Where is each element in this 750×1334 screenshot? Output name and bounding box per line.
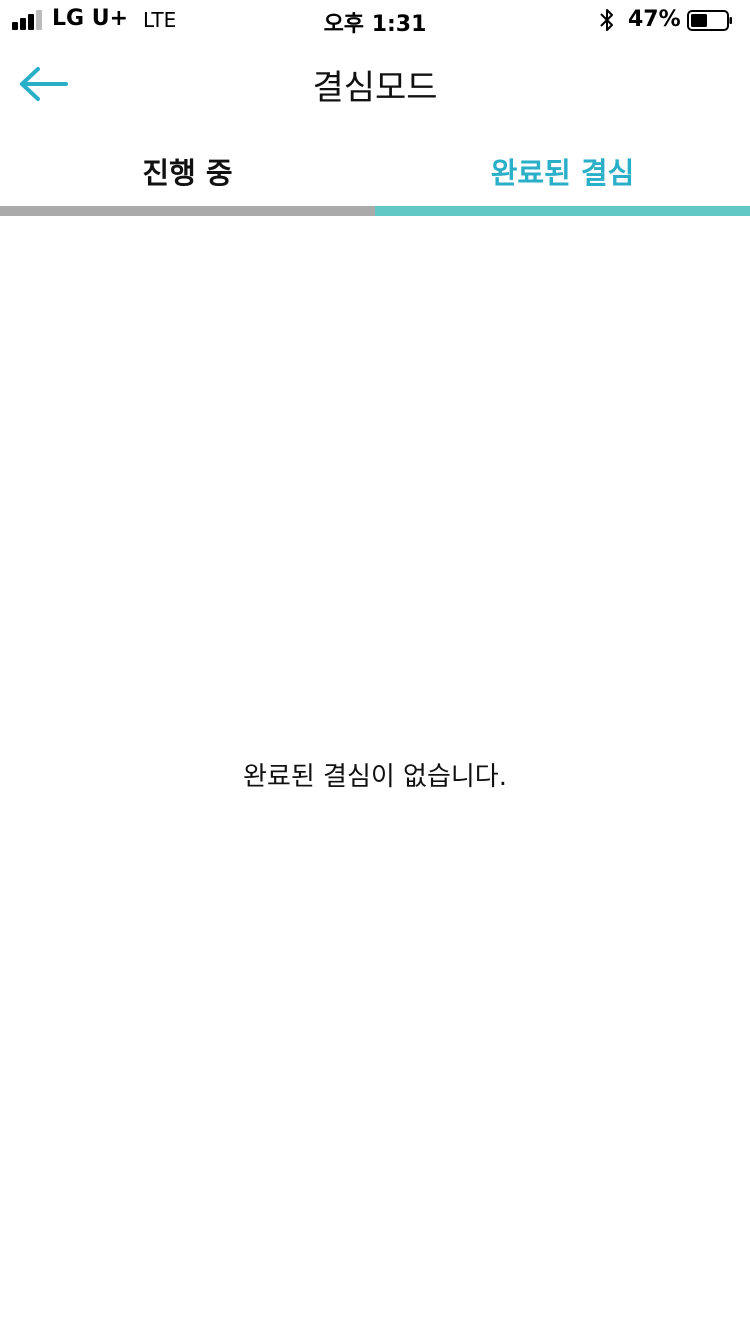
battery-percent: 47%	[628, 7, 681, 32]
empty-state-message: 완료된 결심이 없습니다.	[243, 762, 507, 792]
tab-completed[interactable]: 완료된 결심	[375, 128, 750, 216]
tab-in-progress[interactable]: 진행 중	[0, 128, 375, 216]
screen: LG U+ LTE 오후 1:31 47% 결심모드 진행 중 완료된 결심 완…	[0, 0, 750, 1334]
page-title: 결심모드	[312, 68, 438, 108]
battery-icon	[687, 10, 732, 31]
tab-completed-indicator	[375, 206, 750, 216]
tab-bar: 진행 중 완료된 결심	[0, 128, 750, 216]
status-bar: LG U+ LTE 오후 1:31 47%	[0, 0, 750, 40]
tab-in-progress-indicator	[0, 206, 375, 216]
tab-completed-label: 완료된 결심	[490, 156, 635, 190]
bluetooth-icon	[600, 9, 613, 31]
tab-in-progress-label: 진행 중	[142, 156, 233, 190]
app-header: 결심모드	[0, 40, 750, 124]
